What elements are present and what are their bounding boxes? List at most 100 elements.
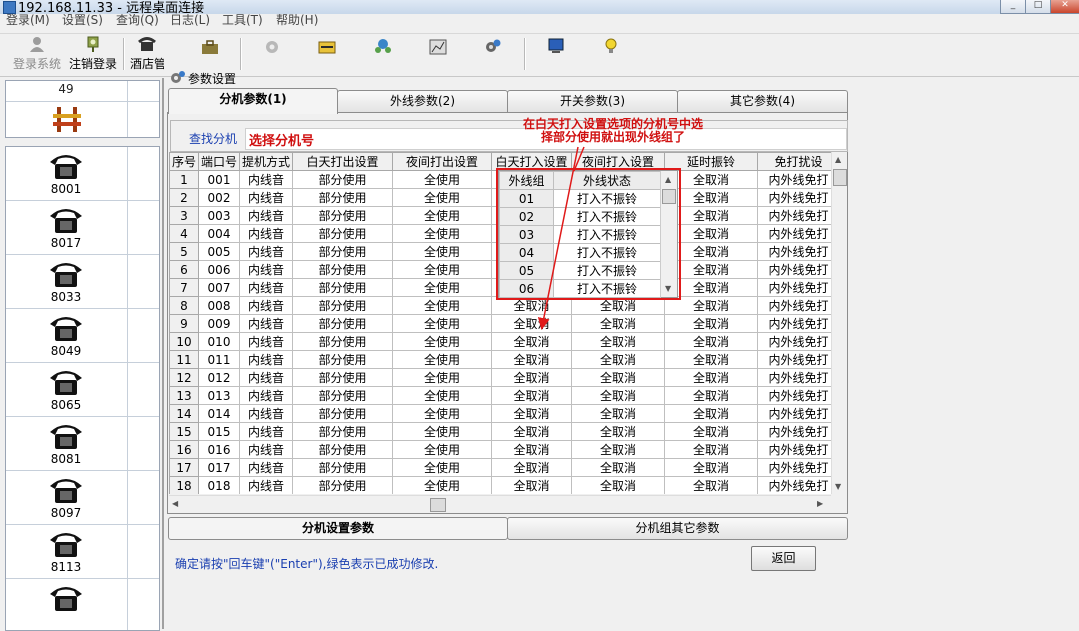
grid-cell[interactable]: 全取消 xyxy=(571,440,665,459)
tab-other-params[interactable]: 其它参数(4) xyxy=(677,90,848,112)
grid-cell[interactable]: 部分使用 xyxy=(292,188,393,207)
grid-cell[interactable]: 全使用 xyxy=(392,386,492,405)
grid-cell[interactable]: 部分使用 xyxy=(292,170,393,189)
grid-cell[interactable]: 全使用 xyxy=(392,422,492,441)
table-row[interactable]: 12 012 内线音 部分使用 全使用 全取消 全取消 全取消 内外线免打 xyxy=(169,368,831,387)
table-row[interactable]: 10 010 内线音 部分使用 全使用 全取消 全取消 全取消 内外线免打 xyxy=(169,332,831,351)
grid-cell[interactable]: 内线音 xyxy=(239,368,293,387)
menu-help[interactable]: 帮助(H) xyxy=(276,14,318,28)
grid-cell[interactable]: 部分使用 xyxy=(292,368,393,387)
grid-cell[interactable]: 内线音 xyxy=(239,278,293,297)
minimize-button[interactable]: _ xyxy=(1000,0,1026,14)
grid-cell[interactable]: 内外线免打 xyxy=(757,386,831,405)
login-system-button[interactable]: 登录系统 xyxy=(10,36,64,72)
grid-cell[interactable]: 内外线免打 xyxy=(757,206,831,225)
menu-log[interactable]: 日志(L) xyxy=(170,14,210,28)
grid-cell[interactable]: 全取消 xyxy=(491,458,572,477)
grid-cell[interactable]: 内线音 xyxy=(239,386,293,405)
grid-cell[interactable]: 全使用 xyxy=(392,242,492,261)
grid-cell[interactable]: 全取消 xyxy=(571,314,665,333)
extension-item-8033[interactable]: 8033 xyxy=(6,257,126,313)
grid-cell[interactable]: 全取消 xyxy=(664,440,758,459)
grid-cell[interactable]: 内外线免打 xyxy=(757,296,831,315)
grid-cell[interactable]: 全取消 xyxy=(571,332,665,351)
grid-cell[interactable]: 全取消 xyxy=(664,332,758,351)
scroll-right-icon[interactable]: ▶ xyxy=(817,499,823,508)
table-row[interactable]: 17 017 内线音 部分使用 全使用 全取消 全取消 全取消 内外线免打 xyxy=(169,458,831,477)
table-row[interactable]: 9 009 内线音 部分使用 全使用 全取消 全取消 全取消 内外线免打 xyxy=(169,314,831,333)
settings-icon[interactable] xyxy=(484,38,502,54)
grid-cell[interactable]: 内线音 xyxy=(239,296,293,315)
grid-cell[interactable]: 内线音 xyxy=(239,260,293,279)
grid-cell[interactable]: 全取消 xyxy=(664,314,758,333)
grid-cell[interactable]: 内线音 xyxy=(239,404,293,423)
grid-cell[interactable]: 内线音 xyxy=(239,422,293,441)
grid-cell[interactable]: 内外线免打 xyxy=(757,242,831,261)
grid-cell[interactable]: 内外线免打 xyxy=(757,422,831,441)
grid-cell[interactable]: 全使用 xyxy=(392,260,492,279)
menu-settings[interactable]: 设置(S) xyxy=(62,14,103,28)
grid-cell[interactable]: 内外线免打 xyxy=(757,278,831,297)
grid-cell[interactable]: 全取消 xyxy=(664,386,758,405)
column-header[interactable]: 免打扰设 xyxy=(757,152,831,171)
grid-cell[interactable]: 全使用 xyxy=(392,332,492,351)
grid-cell[interactable]: 内线音 xyxy=(239,170,293,189)
grid-cell[interactable]: 内线音 xyxy=(239,224,293,243)
extension-item-8001[interactable]: 8001 xyxy=(6,149,126,205)
grid-cell[interactable]: 全取消 xyxy=(664,476,758,494)
extension-item-partial[interactable] xyxy=(6,581,126,630)
grid-cell[interactable]: 全取消 xyxy=(664,350,758,369)
grid-cell[interactable]: 全取消 xyxy=(571,404,665,423)
grid-horizontal-scrollbar[interactable]: ◀ ▶ xyxy=(169,495,831,512)
grid-cell[interactable]: 008 xyxy=(198,296,240,315)
column-header[interactable]: 夜间打出设置 xyxy=(392,152,492,171)
grid-cell[interactable]: 全使用 xyxy=(392,170,492,189)
grid-cell[interactable]: 全取消 xyxy=(491,386,572,405)
briefcase-icon[interactable] xyxy=(201,39,219,55)
chart-icon[interactable] xyxy=(429,39,447,55)
grid-cell[interactable]: 全使用 xyxy=(392,224,492,243)
grid-cell[interactable]: 全使用 xyxy=(392,188,492,207)
grid-cell[interactable]: 内线音 xyxy=(239,440,293,459)
grid-cell[interactable]: 内外线免打 xyxy=(757,458,831,477)
scroll-left-icon[interactable]: ◀ xyxy=(172,499,178,508)
table-row[interactable]: 11 011 内线音 部分使用 全使用 全取消 全取消 全取消 内外线免打 xyxy=(169,350,831,369)
close-button[interactable]: ✕ xyxy=(1050,0,1079,14)
grid-vertical-scrollbar[interactable]: ▲ ▼ xyxy=(831,152,847,494)
grid-cell[interactable]: 018 xyxy=(198,476,240,494)
grid-cell[interactable]: 内线音 xyxy=(239,314,293,333)
grid-cell[interactable]: 全取消 xyxy=(664,458,758,477)
menu-tools[interactable]: 工具(T) xyxy=(222,14,263,28)
grid-cell[interactable]: 内外线免打 xyxy=(757,314,831,333)
grid-cell[interactable]: 部分使用 xyxy=(292,224,393,243)
grid-cell[interactable]: 全使用 xyxy=(392,278,492,297)
room-cell[interactable]: 49 xyxy=(5,80,160,138)
extension-item-8113[interactable]: 8113 xyxy=(6,527,126,583)
grid-cell[interactable]: 017 xyxy=(198,458,240,477)
column-header[interactable]: 提机方式 xyxy=(239,152,293,171)
grid-cell[interactable]: 全使用 xyxy=(392,476,492,494)
grid-cell[interactable]: 部分使用 xyxy=(292,458,393,477)
grid-cell[interactable]: 全使用 xyxy=(392,350,492,369)
grid-cell[interactable]: 010 xyxy=(198,332,240,351)
column-header[interactable]: 白天打出设置 xyxy=(292,152,393,171)
grid-cell[interactable]: 014 xyxy=(198,404,240,423)
grid-cell[interactable]: 全取消 xyxy=(491,350,572,369)
grid-cell[interactable]: 部分使用 xyxy=(292,440,393,459)
grid-cell[interactable]: 内外线免打 xyxy=(757,332,831,351)
grid-cell[interactable]: 全取消 xyxy=(491,440,572,459)
grid-cell[interactable]: 部分使用 xyxy=(292,242,393,261)
grid-cell[interactable]: 部分使用 xyxy=(292,404,393,423)
menu-query[interactable]: 查询(Q) xyxy=(116,14,159,28)
extension-item-8097[interactable]: 8097 xyxy=(6,473,126,529)
grid-cell[interactable]: 内外线免打 xyxy=(757,404,831,423)
grid-cell[interactable]: 全使用 xyxy=(392,404,492,423)
grid-cell[interactable]: 全取消 xyxy=(664,368,758,387)
grid-cell[interactable]: 部分使用 xyxy=(292,350,393,369)
grid-cell[interactable]: 004 xyxy=(198,224,240,243)
table-row[interactable]: 16 016 内线音 部分使用 全使用 全取消 全取消 全取消 内外线免打 xyxy=(169,440,831,459)
table-row[interactable]: 14 014 内线音 部分使用 全使用 全取消 全取消 全取消 内外线免打 xyxy=(169,404,831,423)
grid-cell[interactable]: 内线音 xyxy=(239,206,293,225)
grid-cell[interactable]: 012 xyxy=(198,368,240,387)
gear-icon[interactable] xyxy=(263,39,281,55)
